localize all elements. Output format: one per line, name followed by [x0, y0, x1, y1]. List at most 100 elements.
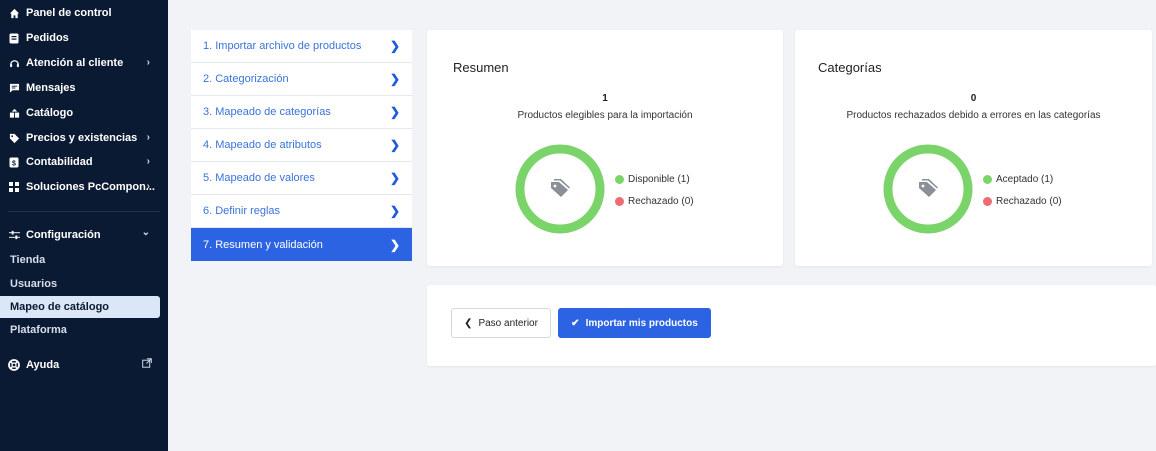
- sidebar-item-label: Soluciones PcCompon...: [26, 181, 155, 193]
- sidebar-item-catalogo[interactable]: Catálogo: [0, 102, 168, 124]
- sidebar-item-label: Mensajes: [26, 82, 76, 94]
- previous-step-label: Paso anterior: [478, 317, 538, 329]
- step-definir-reglas[interactable]: 6. Definir reglas ❯: [191, 195, 412, 228]
- step-mapeado-atributos[interactable]: 4. Mapeado de atributos ❯: [191, 129, 412, 162]
- previous-step-button[interactable]: ❮ Paso anterior: [451, 308, 551, 338]
- sidebar-item-mensajes[interactable]: Mensajes: [0, 77, 168, 99]
- legend-item-rejected: Rechazado (0): [983, 190, 1062, 212]
- step-mapeado-categorias[interactable]: 3. Mapeado de categorías ❯: [191, 96, 412, 129]
- step-importar-archivo[interactable]: 1. Importar archivo de productos ❯: [191, 30, 412, 63]
- sidebar-item-label: Ayuda: [26, 359, 60, 371]
- legend-label: Aceptado (1): [996, 173, 1054, 185]
- summary-subtitle: Productos elegibles para la importación: [517, 110, 693, 121]
- sidebar-item-label: Pedidos: [26, 32, 69, 44]
- chevron-right-icon: ❯: [389, 105, 400, 119]
- sidebar-item-label: Precios y existencias: [26, 132, 138, 144]
- sidebar-item-label: Configuración: [26, 229, 101, 241]
- sidebar-subitem-usuarios[interactable]: Usuarios: [0, 273, 160, 295]
- sidebar-item-label: Contabilidad: [26, 156, 93, 168]
- step-label: 7. Resumen y validación: [203, 238, 323, 251]
- legend-label: Rechazado (0): [628, 195, 694, 207]
- actions-card: ❮ Paso anterior ✔ Importar mis productos: [427, 285, 1156, 366]
- grid-icon: [8, 181, 20, 193]
- summary-card: Resumen 1 Productos elegibles para la im…: [427, 30, 783, 266]
- categories-card: Categorías 0 Productos rechazados debido…: [795, 30, 1152, 266]
- svg-text:$: $: [12, 160, 16, 167]
- step-label: 1. Importar archivo de productos: [203, 40, 362, 52]
- message-icon: [8, 82, 20, 94]
- sidebar-item-label: Catálogo: [26, 107, 74, 119]
- sidebar-item-label: Atención al cliente: [26, 57, 124, 69]
- catalog-icon: [8, 107, 20, 119]
- sidebar-subitem-mapeo-de-catalogo[interactable]: Mapeo de catálogo: [0, 296, 160, 318]
- chevron-right-icon: ›: [146, 156, 150, 167]
- price-tags-icon: [551, 179, 570, 197]
- chevron-right-icon: ❯: [389, 204, 400, 218]
- step-label: 6. Definir reglas: [203, 205, 281, 217]
- summary-donut-chart: [515, 144, 605, 234]
- categories-legend: Aceptado (1) Rechazado (0): [983, 168, 1062, 212]
- sidebar-subitem-label: Tienda: [10, 254, 46, 266]
- chevron-down-icon: ⌄: [141, 227, 150, 238]
- accounting-icon: $: [8, 156, 20, 168]
- sidebar-item-pedidos[interactable]: Pedidos: [0, 27, 168, 49]
- sidebar-item-atencion-al-cliente[interactable]: Atención al cliente ›: [0, 52, 168, 74]
- chevron-right-icon: ❯: [389, 237, 400, 252]
- step-label: 2. Categorización: [203, 73, 289, 85]
- step-label: 4. Mapeado de atributos: [203, 139, 322, 151]
- sidebar-item-ayuda[interactable]: Ayuda: [0, 354, 168, 376]
- categories-title: Categorías: [818, 60, 882, 75]
- legend-item-available: Disponible (1): [615, 168, 694, 190]
- legend-label: Disponible (1): [628, 173, 690, 185]
- chevron-right-icon: ❯: [389, 39, 400, 53]
- legend-dot: [615, 196, 624, 206]
- sidebar-subitem-label: Mapeo de catálogo: [10, 301, 110, 313]
- import-products-label: Importar mis productos: [585, 317, 698, 329]
- sidebar-item-contabilidad[interactable]: $ Contabilidad ›: [0, 151, 168, 173]
- orders-icon: [8, 32, 20, 44]
- sidebar-item-precios-y-existencias[interactable]: Precios y existencias ›: [0, 127, 168, 149]
- import-products-button[interactable]: ✔ Importar mis productos: [558, 308, 711, 338]
- summary-title: Resumen: [453, 60, 509, 75]
- legend-item-rejected: Rechazado (0): [615, 190, 694, 212]
- home-icon: [8, 7, 20, 19]
- price-tags-icon: [919, 179, 938, 197]
- sidebar-item-panel-de-control[interactable]: Panel de control: [0, 2, 168, 24]
- step-label: 3. Mapeado de categorías: [203, 106, 331, 118]
- chevron-right-icon: ❯: [389, 72, 400, 86]
- headset-icon: [8, 57, 20, 69]
- step-resumen-validacion[interactable]: 7. Resumen y validación ❯: [191, 228, 412, 261]
- summary-legend: Disponible (1) Rechazado (0): [615, 168, 694, 212]
- legend-label: Rechazado (0): [996, 195, 1062, 207]
- step-mapeado-valores[interactable]: 5. Mapeado de valores ❯: [191, 162, 412, 195]
- chevron-right-icon: ❯: [389, 171, 400, 185]
- wizard-steps: 1. Importar archivo de productos ❯ 2. Ca…: [191, 30, 412, 261]
- legend-dot: [983, 174, 992, 184]
- sidebar-item-soluciones-pccomponentes[interactable]: Soluciones PcCompon... ›: [0, 176, 168, 198]
- categories-count: 0: [970, 93, 977, 104]
- categories-subtitle: Productos rechazados debido a errores en…: [846, 110, 1101, 121]
- sliders-icon: [8, 229, 20, 241]
- chevron-right-icon: ›: [146, 181, 150, 192]
- step-label: 5. Mapeado de valores: [203, 172, 315, 184]
- chevron-left-icon: ❮: [464, 317, 473, 329]
- sidebar-subitem-label: Plataforma: [10, 324, 67, 336]
- sidebar-item-label: Panel de control: [26, 7, 112, 19]
- sidebar: Panel de control Pedidos Atención al cli…: [0, 0, 168, 451]
- price-tag-icon: [8, 132, 20, 144]
- external-link-icon: [142, 358, 152, 371]
- categories-donut-chart: [883, 144, 973, 234]
- sidebar-item-configuracion[interactable]: Configuración ⌄: [0, 224, 168, 246]
- sidebar-subitem-tienda[interactable]: Tienda: [0, 249, 160, 271]
- sidebar-divider: [8, 211, 160, 212]
- sidebar-subitem-label: Usuarios: [10, 278, 58, 290]
- lifebuoy-icon: [8, 359, 20, 371]
- legend-dot: [615, 174, 624, 184]
- sidebar-subitem-plataforma[interactable]: Plataforma: [0, 319, 160, 341]
- chevron-right-icon: ›: [146, 57, 150, 68]
- summary-count: 1: [602, 93, 608, 104]
- step-categorizacion[interactable]: 2. Categorización ❯: [191, 63, 412, 96]
- chevron-right-icon: ❯: [389, 138, 400, 152]
- chevron-right-icon: ›: [146, 132, 150, 143]
- check-icon: ✔: [571, 317, 580, 329]
